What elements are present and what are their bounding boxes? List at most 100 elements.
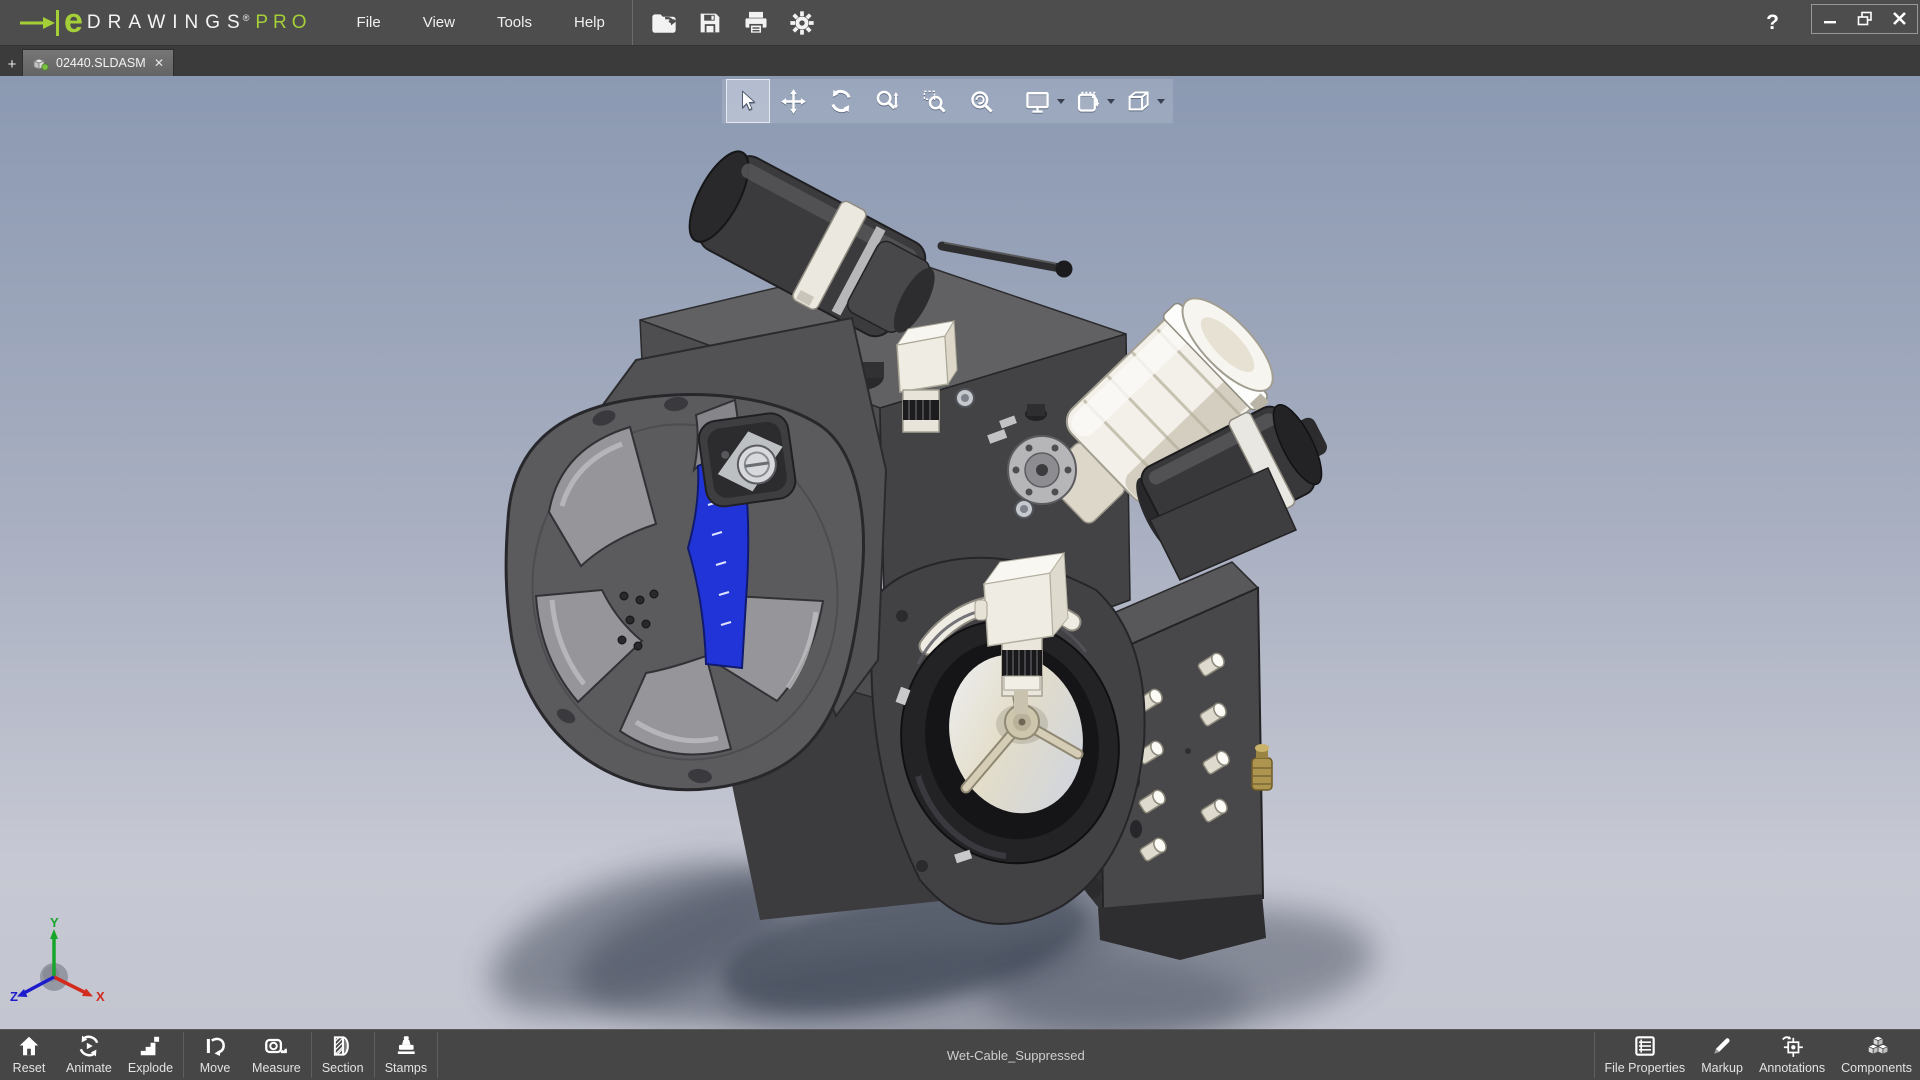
latch-window [697, 412, 797, 508]
display-mode-button[interactable] [1019, 88, 1069, 115]
elbow-fitting [974, 551, 1069, 714]
move-button[interactable]: Move [186, 1030, 244, 1080]
menubar: File View Tools Help [336, 2, 626, 43]
section-cut-icon [333, 1036, 349, 1056]
components-label: Components [1841, 1061, 1912, 1075]
tab-label: 02440.SLDASM [56, 56, 146, 70]
annotations-button[interactable]: Annotations [1751, 1030, 1833, 1080]
reset-button[interactable]: Reset [0, 1030, 58, 1080]
brand-tier: PRO [255, 11, 312, 33]
close-button[interactable] [1882, 5, 1917, 33]
magnifier-fit-icon [971, 90, 993, 113]
titlebar-right: ? [1744, 3, 1920, 42]
assembly-document-icon [32, 58, 49, 71]
tab-02440-sldasm[interactable]: 02440.SLDASM ✕ [22, 49, 174, 76]
gray-slot-upper [692, 398, 744, 474]
deck-bolts [955, 388, 1034, 519]
statusbar-separator [1593, 1032, 1595, 1078]
pan-tool-button[interactable] [770, 79, 817, 123]
model-views-dropdown-caret[interactable] [1106, 98, 1115, 104]
components-button[interactable]: Components [1833, 1030, 1920, 1080]
stamp-icon [397, 1036, 415, 1055]
zoom-area-tool-button[interactable] [911, 79, 958, 123]
light-housing-cylinder [1043, 297, 1274, 524]
restore-icon [1857, 11, 1872, 25]
spoke-handle [960, 644, 1084, 794]
tab-close-icon[interactable]: ✕ [154, 56, 164, 70]
model-viewport[interactable]: Y X Z [0, 76, 1920, 1029]
monitor-icon [1025, 91, 1049, 113]
magnifier-area-icon [923, 90, 946, 113]
view-ring [895, 593, 1120, 865]
logo-arrow-icon [20, 9, 59, 36]
rotate-tool-button[interactable] [817, 79, 864, 123]
measure-button[interactable]: Measure [244, 1030, 309, 1080]
axis-y-label: Y [50, 917, 59, 930]
move-component-icon [206, 1037, 225, 1056]
print-icon [745, 11, 767, 34]
ground-shadow [491, 833, 1375, 1029]
chassis [639, 257, 1140, 920]
file-properties-icon [1635, 1036, 1655, 1056]
help-button[interactable]: ? [1744, 11, 1801, 35]
measure-tape-icon [265, 1038, 288, 1054]
display-mode-dropdown-caret[interactable] [1056, 98, 1065, 104]
save-button[interactable] [687, 0, 733, 45]
menu-file[interactable]: File [336, 2, 402, 43]
brand-name: DRAWINGS [86, 11, 247, 33]
rod [937, 241, 1073, 278]
brand-registered: ® [242, 12, 250, 23]
section-button[interactable]: Section [314, 1030, 372, 1080]
select-tool-button[interactable] [726, 79, 770, 123]
menu-help[interactable]: Help [553, 2, 626, 43]
menu-view[interactable]: View [402, 2, 476, 43]
explode-button[interactable]: Explode [120, 1030, 181, 1080]
animate-label: Animate [66, 1061, 112, 1075]
rotate-arrows-icon [830, 89, 851, 113]
options-button[interactable] [779, 0, 825, 45]
print-button[interactable] [733, 0, 779, 45]
zoom-tool-button[interactable] [864, 79, 911, 123]
connector-flange [987, 404, 1077, 505]
annotations-icon [1782, 1036, 1803, 1057]
open-button[interactable] [641, 0, 687, 45]
reel-wheel [504, 393, 865, 792]
minimize-button[interactable] [1812, 5, 1847, 33]
move-label: Move [199, 1061, 231, 1075]
annotations-label: Annotations [1759, 1061, 1826, 1075]
orientation-dropdown-caret[interactable] [1156, 98, 1165, 104]
motor-bracket [1148, 467, 1297, 581]
status-text: Wet-Cable_Suppressed [946, 1047, 1085, 1063]
markup-label: Markup [1701, 1061, 1743, 1075]
components-icon [1866, 1035, 1889, 1055]
markup-pencil-icon [1714, 1038, 1730, 1054]
orientation-button[interactable] [1119, 88, 1169, 115]
markup-button[interactable]: Markup [1693, 1030, 1751, 1080]
app-logo: e DRAWINGS ® PRO [18, 1, 312, 40]
brand-e: e [64, 1, 83, 40]
close-icon [1893, 12, 1906, 25]
window-controls [1811, 3, 1918, 34]
home-icon [19, 1036, 39, 1056]
wheel-housing [564, 316, 888, 719]
stamps-label: Stamps [384, 1061, 428, 1075]
stamps-button[interactable]: Stamps [377, 1030, 435, 1080]
axis-x-label: X [96, 989, 105, 1004]
menu-tools[interactable]: Tools [476, 2, 553, 43]
blue-part [686, 446, 750, 670]
bottom-toolbar: Reset Animate Explode Move Measure Secti… [0, 1029, 1920, 1080]
model-views-button[interactable] [1069, 88, 1119, 115]
edrawings-window: e DRAWINGS ® PRO File View Tools Help ? … [0, 0, 1920, 1080]
toolbar-separator [631, 0, 633, 45]
restore-button[interactable] [1847, 5, 1882, 33]
new-tab-button[interactable]: + [4, 56, 20, 73]
options-gear-icon [790, 10, 814, 35]
animate-button[interactable]: Animate [58, 1030, 120, 1080]
section-label: Section [321, 1061, 364, 1075]
pan-arrows-icon [781, 88, 806, 114]
file-properties-button[interactable]: File Properties [1597, 1030, 1694, 1080]
measure-label: Measure [252, 1061, 301, 1075]
document-tabbar: + 02440.SLDASM ✕ [0, 45, 1920, 76]
magnifier-updown-icon [876, 90, 899, 109]
zoom-fit-tool-button[interactable] [958, 79, 1005, 123]
